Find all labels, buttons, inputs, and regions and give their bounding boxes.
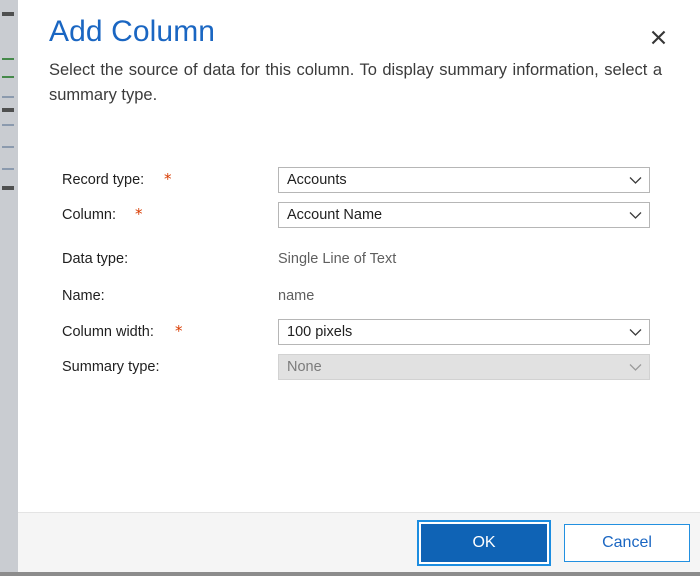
label-record-type: Record type: [62, 172, 145, 188]
column-value: Account Name [287, 207, 383, 223]
chevron-down-icon [621, 211, 649, 220]
ok-button[interactable]: OK [417, 520, 551, 566]
column-width-dropdown[interactable]: 100 pixels [278, 319, 650, 345]
dialog-header: Add Column Select the source of data for… [18, 0, 700, 120]
record-type-value: Accounts [287, 172, 347, 188]
record-type-dropdown[interactable]: Accounts [278, 167, 650, 193]
required-indicator-column-width: * [175, 322, 183, 340]
dialog-description: Select the source of data for this colum… [49, 61, 662, 104]
window-bottom-edge [0, 572, 700, 576]
column-dropdown[interactable]: Account Name [278, 202, 650, 228]
data-type-value: Single Line of Text [278, 251, 397, 267]
label-column: Column: [62, 207, 116, 223]
form-row-name: Name: name [18, 283, 700, 309]
label-summary-type: Summary type: [62, 359, 160, 375]
dialog-footer: OK Cancel [18, 512, 700, 576]
chevron-down-icon [621, 328, 649, 337]
name-value: name [278, 288, 315, 304]
label-data-type: Data type: [62, 251, 129, 267]
column-width-value: 100 pixels [287, 324, 353, 340]
form-row-summary-type: Summary type: None [18, 354, 700, 380]
close-icon[interactable] [643, 22, 673, 52]
label-name: Name: [62, 288, 105, 304]
required-indicator-column: * [135, 205, 143, 223]
form-row-column-width: Column width: * 100 pixels [18, 319, 700, 345]
form-row-data-type: Data type: Single Line of Text [18, 246, 700, 272]
page-title: Add Column [49, 15, 216, 48]
summary-type-dropdown[interactable]: None [278, 354, 650, 380]
form-row-column: Column: * Account Name [18, 202, 700, 228]
background-page [0, 0, 18, 576]
chevron-down-icon [621, 363, 649, 372]
cancel-button[interactable]: Cancel [564, 524, 690, 562]
add-column-dialog: Add Column Select the source of data for… [18, 0, 700, 576]
summary-type-value: None [287, 359, 322, 375]
required-indicator-record-type: * [164, 170, 172, 188]
label-column-width: Column width: [62, 324, 154, 340]
chevron-down-icon [621, 176, 649, 185]
form-row-record-type: Record type: * Accounts [18, 167, 700, 193]
